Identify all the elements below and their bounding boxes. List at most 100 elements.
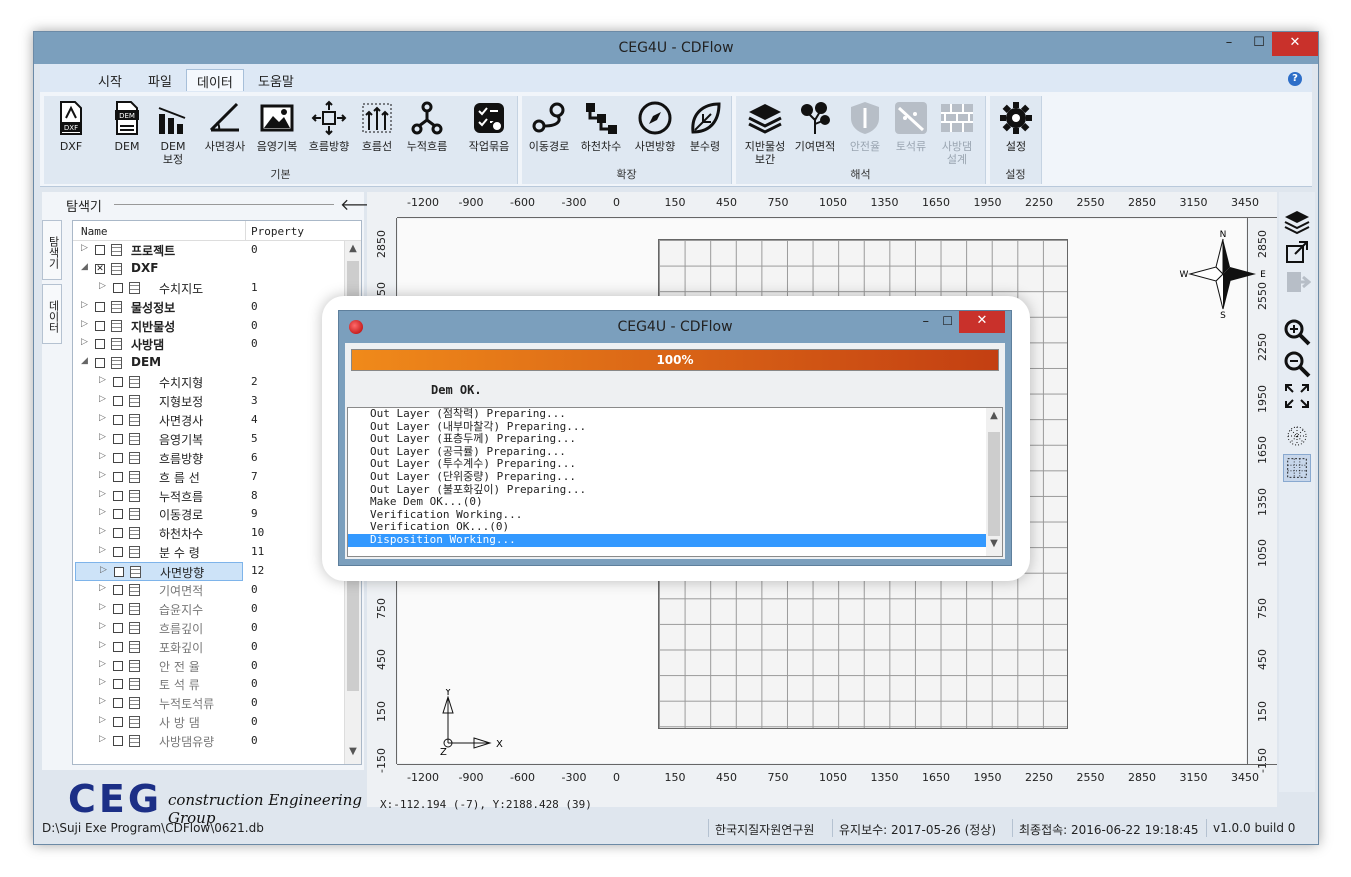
layer-checkbox[interactable] — [95, 358, 105, 369]
log-scroll-thumb[interactable] — [988, 432, 1000, 536]
dialog-close-button[interactable]: ✕ — [959, 311, 1005, 333]
tab-data[interactable]: 데이터 — [42, 284, 62, 344]
layer-checkbox[interactable] — [113, 547, 123, 558]
tree-row[interactable]: ▷ 흐름방향 6 — [73, 449, 361, 468]
log-scroll-up-icon[interactable]: ▲ — [986, 410, 1002, 426]
layer-checkbox[interactable]: ✕ — [95, 263, 105, 274]
layer-checkbox[interactable] — [113, 585, 123, 596]
layer-checkbox[interactable] — [113, 433, 123, 444]
tree-row[interactable]: ▷ 누적흐름 8 — [73, 487, 361, 506]
layer-checkbox[interactable] — [113, 509, 123, 520]
scroll-down-icon[interactable]: ▼ — [345, 746, 361, 762]
tree-row[interactable]: ◢ DEM — [73, 354, 361, 373]
tool-contributing-area[interactable]: 기여면적 — [790, 100, 840, 153]
maximize-button[interactable]: ☐ — [1244, 32, 1274, 56]
expand-arrow-icon[interactable]: ▷ — [99, 734, 106, 744]
tool-dem[interactable]: DEM DEM — [102, 100, 152, 153]
layer-checkbox[interactable] — [113, 415, 123, 426]
tree-row-name-cell[interactable]: ▷ 안 전 율 — [75, 657, 243, 676]
expand-arrow-icon[interactable]: ▷ — [81, 243, 88, 253]
tab-explorer[interactable]: 탐색기 — [42, 220, 62, 280]
tree-row-name-cell[interactable]: ▷ 흐 름 선 — [75, 468, 243, 487]
tree-row[interactable]: ▷ 수치지도 1 — [73, 279, 361, 298]
tool-hillshade[interactable]: 음영기복 — [252, 100, 302, 153]
layer-checkbox[interactable] — [95, 301, 105, 312]
zoom-extent-icon[interactable] — [1283, 382, 1311, 410]
layer-checkbox[interactable] — [95, 339, 105, 350]
tool-soil-interpolation[interactable]: 지반물성 보간 — [740, 100, 790, 166]
tree-row[interactable]: ▷ 누적토석류 0 — [73, 694, 361, 713]
expand-arrow-icon[interactable]: ▷ — [99, 640, 106, 650]
log-line[interactable]: Out Layer (단위중량) Preparing... — [348, 470, 1002, 484]
tree-row[interactable]: ▷ 수치지형 2 — [73, 373, 361, 392]
expand-arrow-icon[interactable]: ▷ — [99, 375, 106, 385]
tree-row[interactable]: ▷ 흐름깊이 0 — [73, 619, 361, 638]
layer-checkbox[interactable] — [113, 528, 123, 539]
expand-arrow-icon[interactable]: ▷ — [99, 677, 106, 687]
menu-file[interactable]: 파일 — [138, 69, 182, 91]
tree-row[interactable]: ▷ 사 방 댐 0 — [73, 713, 361, 732]
grid-points-icon[interactable] — [1283, 422, 1311, 450]
tree-row-name-cell[interactable]: ▷ 지반물성 — [75, 317, 243, 336]
tree-row-name-cell[interactable]: ▷ 사방댐유량 — [75, 732, 243, 751]
grid-select-icon[interactable] — [1283, 454, 1311, 482]
tree-row[interactable]: ▷ 토 석 류 0 — [73, 675, 361, 694]
tree-row-name-cell[interactable]: ▷ 누적토석류 — [75, 694, 243, 713]
tool-dem-correction[interactable]: DEM 보정 — [148, 100, 198, 166]
layer-checkbox[interactable] — [113, 377, 123, 388]
expand-arrow-icon[interactable]: ▷ — [99, 413, 106, 423]
scroll-up-icon[interactable]: ▲ — [345, 243, 361, 259]
layer-checkbox[interactable] — [113, 282, 123, 293]
expand-arrow-icon[interactable]: ▷ — [99, 489, 106, 499]
layer-checkbox[interactable] — [113, 641, 123, 652]
layer-checkbox[interactable] — [113, 698, 123, 709]
tree-row[interactable]: ▷ 음영기복 5 — [73, 430, 361, 449]
expand-arrow-icon[interactable]: ▷ — [99, 602, 106, 612]
tool-flow-accumulation[interactable]: 누적흐름 — [402, 100, 452, 153]
tool-check-dam-design[interactable]: 사방댐 설계 — [932, 100, 982, 166]
log-line[interactable]: Make Dem OK...(0) — [348, 496, 1002, 509]
layer-checkbox[interactable] — [113, 717, 123, 728]
tree-row[interactable]: ▷ 사방댐 0 — [73, 335, 361, 354]
expand-arrow-icon[interactable]: ▷ — [99, 281, 106, 291]
tree-row[interactable]: ▷ 포화깊이 0 — [73, 638, 361, 657]
layer-checkbox[interactable] — [113, 679, 123, 690]
tool-aspect[interactable]: 사면방향 — [630, 100, 680, 153]
tree-row-name-cell[interactable]: ▷ 물성정보 — [75, 298, 243, 317]
collapse-arrow-icon[interactable]: ◢ — [81, 262, 88, 272]
menu-start[interactable]: 시작 — [88, 69, 132, 91]
tool-dxf[interactable]: DXF DXF — [46, 100, 96, 153]
log-list[interactable]: Out Layer (점착력) Preparing... Out Layer (내… — [347, 407, 1003, 557]
tree-row[interactable]: ◢ ✕ DXF — [73, 260, 361, 279]
layer-checkbox[interactable] — [113, 622, 123, 633]
tree-row-name-cell[interactable]: ◢ DEM — [75, 354, 243, 373]
tree-row-name-cell[interactable]: ▷ 토 석 류 — [75, 675, 243, 694]
tree-row[interactable]: ▷ 흐 름 선 7 — [73, 468, 361, 487]
close-button[interactable]: ✕ — [1272, 32, 1318, 56]
tree-row-name-cell[interactable]: ▷ 습윤지수 — [75, 600, 243, 619]
expand-arrow-icon[interactable]: ▷ — [81, 337, 88, 347]
tree-row[interactable]: ▷ 물성정보 0 — [73, 298, 361, 317]
expand-arrow-icon[interactable]: ▷ — [99, 451, 106, 461]
tree-row[interactable]: ▷ 기여면적 0 — [73, 581, 361, 600]
layer-checkbox[interactable] — [95, 245, 105, 255]
expand-arrow-icon[interactable]: ▷ — [99, 715, 106, 725]
tool-watershed[interactable]: 분수령 — [680, 100, 730, 153]
tree-row[interactable]: ▷ 사면경사 4 — [73, 411, 361, 430]
expand-arrow-icon[interactable]: ▷ — [99, 583, 106, 593]
tree-row[interactable]: ▷ 사면방향 12 — [73, 562, 361, 582]
layers-icon[interactable] — [1283, 208, 1311, 236]
layer-checkbox[interactable] — [113, 471, 123, 482]
tree-row-name-cell[interactable]: ▷ 사 방 댐 — [75, 713, 243, 732]
expand-arrow-icon[interactable]: ▷ — [99, 696, 106, 706]
tree-row[interactable]: ▷ 습윤지수 0 — [73, 600, 361, 619]
tree-row-name-cell[interactable]: ▷ 하천차수 — [75, 524, 243, 543]
zoom-in-icon[interactable] — [1283, 318, 1311, 346]
tool-safety-factor[interactable]: 안전율 — [840, 100, 890, 153]
column-property[interactable]: Property — [251, 225, 304, 238]
expand-arrow-icon[interactable]: ▷ — [81, 300, 88, 310]
tree-row-name-cell[interactable]: ◢ ✕ DXF — [75, 260, 243, 279]
tree-row-name-cell[interactable]: ▷ 프로젝트 — [75, 241, 243, 260]
layer-checkbox[interactable] — [113, 603, 123, 614]
menu-data[interactable]: 데이터 — [186, 69, 244, 91]
